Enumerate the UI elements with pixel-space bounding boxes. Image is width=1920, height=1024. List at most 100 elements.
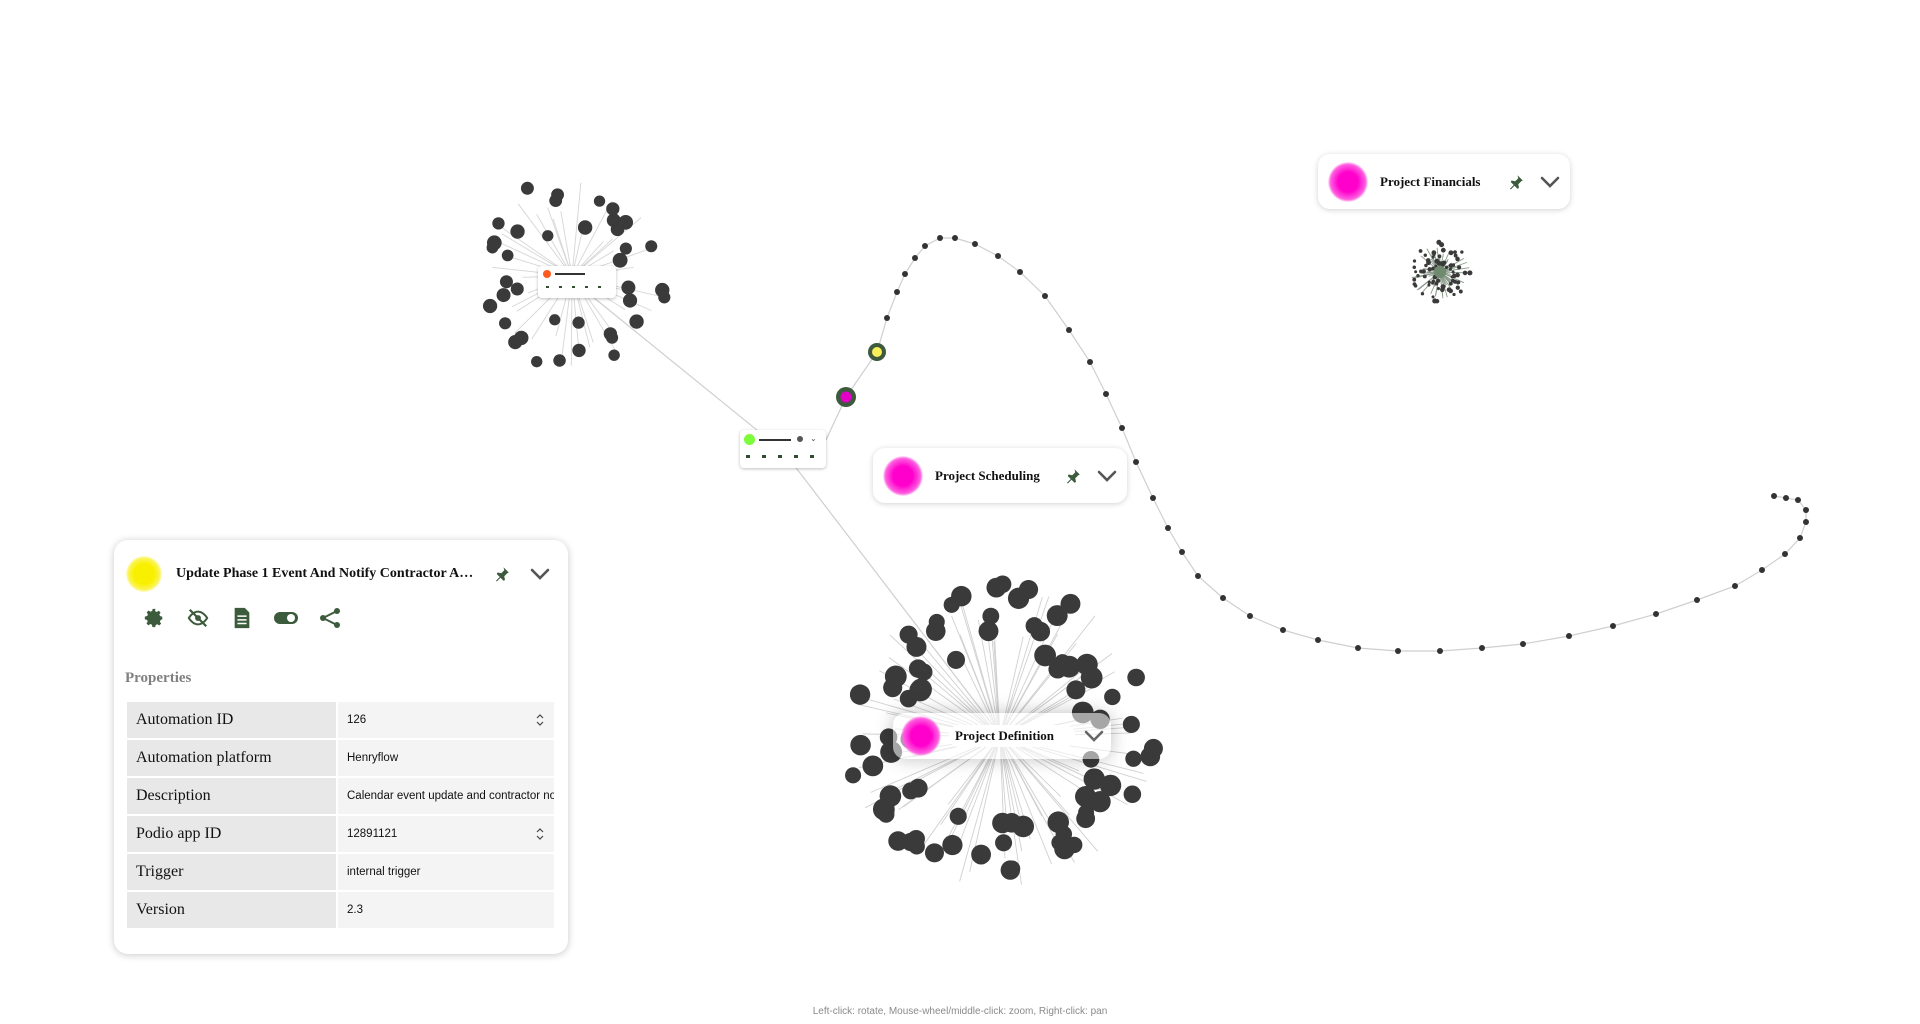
chain-node[interactable]	[1759, 567, 1765, 573]
leaf-node[interactable]	[553, 354, 566, 367]
leaf-node[interactable]	[621, 280, 636, 295]
leaf-node[interactable]	[1413, 284, 1418, 288]
leaf-node[interactable]	[1125, 750, 1142, 767]
leaf-node[interactable]	[572, 316, 585, 329]
leaf-node[interactable]	[510, 224, 525, 239]
pin-icon[interactable]	[488, 560, 516, 588]
chain-node[interactable]	[1395, 648, 1401, 654]
leaf-node[interactable]	[951, 585, 972, 607]
leaf-node[interactable]	[508, 335, 523, 350]
leaf-node[interactable]	[501, 249, 514, 262]
leaf-node[interactable]	[531, 356, 543, 368]
chain-node[interactable]	[1042, 293, 1048, 299]
mini-node-card-hub[interactable]: ⌄	[740, 430, 826, 468]
chain-node[interactable]	[1732, 583, 1738, 589]
leaf-node[interactable]	[1416, 273, 1420, 278]
chain-node[interactable]	[1280, 627, 1286, 633]
leaf-node[interactable]	[1462, 270, 1468, 276]
leaf-node[interactable]	[942, 834, 963, 856]
chain-node[interactable]	[1195, 573, 1201, 579]
leaf-node[interactable]	[1436, 287, 1441, 291]
leaf-node[interactable]	[1423, 253, 1427, 257]
leaf-node[interactable]	[1007, 587, 1030, 609]
project-financials-hub-node[interactable]	[1434, 266, 1446, 278]
leaf-node[interactable]	[1412, 265, 1417, 270]
leaf-node[interactable]	[499, 275, 513, 289]
number-spinner-icon[interactable]	[536, 827, 544, 841]
chain-node[interactable]	[1220, 595, 1226, 601]
chain-node[interactable]	[1479, 645, 1485, 651]
chain-node[interactable]	[1179, 549, 1185, 555]
leaf-node[interactable]	[1123, 785, 1142, 804]
leaf-node[interactable]	[1453, 250, 1457, 255]
chain-node[interactable]	[922, 243, 928, 249]
chain-node[interactable]	[1355, 645, 1361, 651]
chain-node[interactable]	[1797, 535, 1803, 541]
leaf-node[interactable]	[1414, 270, 1418, 274]
leaf-node[interactable]	[629, 314, 644, 329]
chain-node[interactable]	[952, 235, 958, 241]
chain-node[interactable]	[1782, 551, 1788, 557]
chain-node[interactable]	[1066, 327, 1072, 333]
leaf-node[interactable]	[610, 222, 625, 237]
node-card-project-financials[interactable]: Project Financials	[1318, 154, 1570, 209]
mini-node-card-automation[interactable]	[538, 266, 616, 298]
chevron-down-icon[interactable]	[1091, 462, 1123, 490]
leaf-node[interactable]	[1452, 292, 1456, 297]
leaf-node[interactable]	[884, 665, 907, 688]
leaf-node[interactable]	[1047, 811, 1070, 833]
leaf-node[interactable]	[1436, 239, 1442, 245]
chain-node[interactable]	[937, 235, 943, 241]
leaf-node[interactable]	[915, 663, 933, 681]
leaf-node[interactable]	[995, 834, 1013, 852]
leaf-node[interactable]	[901, 832, 920, 852]
leaf-node[interactable]	[1427, 280, 1431, 284]
leaf-node[interactable]	[572, 343, 586, 358]
leaf-node[interactable]	[1441, 260, 1447, 265]
mini-node-pin-icon[interactable]	[797, 436, 803, 442]
leaf-node[interactable]	[1448, 281, 1453, 286]
node-card-project-definition[interactable]: Project Definition	[893, 713, 1111, 759]
chain-node[interactable]	[912, 255, 918, 261]
leaf-node[interactable]	[486, 241, 499, 254]
chain-node[interactable]	[1771, 493, 1777, 499]
chain-node[interactable]	[1017, 269, 1023, 275]
leaf-node[interactable]	[1458, 289, 1463, 294]
chain-node[interactable]	[1783, 495, 1789, 501]
leaf-node[interactable]	[1412, 259, 1417, 263]
leaf-node[interactable]	[928, 613, 945, 630]
chevron-down-icon[interactable]	[1077, 722, 1111, 750]
leaf-node[interactable]	[1122, 715, 1140, 733]
chevron-down-icon[interactable]	[1534, 168, 1566, 196]
leaf-node[interactable]	[1448, 267, 1452, 271]
leaf-node[interactable]	[1060, 593, 1081, 614]
leaf-node[interactable]	[1432, 298, 1438, 304]
leaf-node[interactable]	[946, 650, 966, 669]
leaf-node[interactable]	[1421, 269, 1426, 274]
leaf-node[interactable]	[612, 252, 628, 268]
leaf-node[interactable]	[971, 844, 991, 865]
chain-node[interactable]	[1803, 519, 1809, 525]
leaf-node[interactable]	[1431, 266, 1435, 271]
leaf-node[interactable]	[845, 767, 862, 784]
leaf-node[interactable]	[924, 843, 944, 863]
leaf-node[interactable]	[1089, 791, 1111, 813]
chain-node[interactable]	[1133, 459, 1139, 465]
property-value-field[interactable]: Henryflow	[338, 740, 554, 776]
chain-node[interactable]	[1520, 641, 1526, 647]
chain-node[interactable]	[972, 241, 978, 247]
toggle-icon[interactable]	[264, 603, 308, 633]
leaf-node[interactable]	[520, 181, 534, 195]
leaf-node[interactable]	[482, 298, 498, 314]
leaf-node[interactable]	[1431, 295, 1435, 299]
leaf-node[interactable]	[1437, 254, 1442, 259]
eye-off-icon[interactable]	[176, 603, 220, 633]
leaf-node[interactable]	[510, 282, 524, 296]
leaf-node[interactable]	[1427, 283, 1431, 287]
leaf-node[interactable]	[1440, 247, 1446, 253]
chevron-down-icon[interactable]	[524, 560, 556, 588]
chain-node[interactable]	[1610, 623, 1616, 629]
chain-node[interactable]	[995, 253, 1001, 259]
chain-node[interactable]	[1566, 633, 1572, 639]
leaf-node[interactable]	[1448, 263, 1454, 268]
